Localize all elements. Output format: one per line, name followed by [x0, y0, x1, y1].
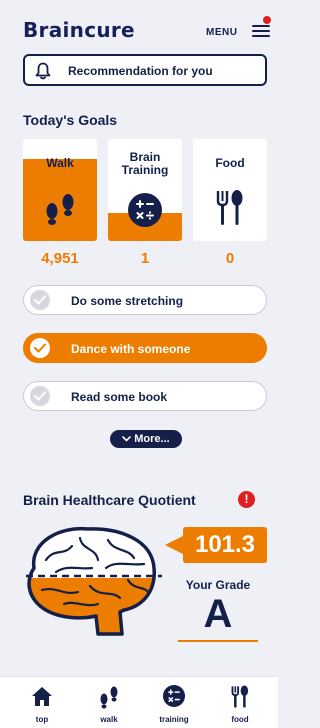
more-button[interactable]: More...	[110, 430, 182, 448]
grade-underline	[178, 640, 258, 642]
task-item[interactable]: Do some stretching	[23, 285, 267, 315]
recommendation-label: Recommendation for you	[68, 64, 213, 78]
calculator-icon	[163, 685, 185, 707]
nav-label: training	[159, 715, 189, 724]
bottom-navigation: top walk training food	[0, 676, 278, 728]
bhq-score: 101.3	[194, 531, 256, 558]
menu-label: MENU	[206, 26, 238, 38]
task-label: Read some book	[71, 390, 168, 404]
footprints-icon	[100, 686, 118, 709]
recommendation-button[interactable]: Recommendation for you	[23, 54, 267, 86]
check-icon[interactable]	[30, 338, 50, 358]
grade-label: Your Grade	[185, 578, 251, 592]
goal-label: Walk	[46, 156, 74, 170]
calculator-icon	[128, 193, 162, 227]
check-icon[interactable]	[30, 290, 50, 310]
nav-label: top	[35, 715, 49, 724]
menu-button[interactable]: MENU	[206, 16, 271, 42]
goal-count-brain-training: 1	[140, 250, 150, 267]
goal-label: Food	[215, 156, 245, 170]
fork-spoon-icon	[216, 190, 243, 225]
goal-count-food: 0	[225, 250, 235, 267]
hamburger-icon	[252, 25, 270, 37]
more-label: More...	[134, 433, 170, 445]
goal-card-food[interactable]: Food	[193, 139, 267, 241]
nav-label: walk	[100, 715, 118, 724]
nav-label: food	[231, 715, 249, 724]
goal-card-walk[interactable]: Walk	[23, 139, 97, 241]
nav-item-food[interactable]: food	[209, 677, 271, 728]
bell-icon	[35, 62, 51, 80]
nav-item-top[interactable]: top	[11, 677, 73, 728]
goals-title: Today's Goals	[23, 112, 118, 128]
footprints-icon	[46, 194, 74, 225]
check-icon[interactable]	[30, 386, 50, 406]
grade-value: A	[203, 592, 233, 636]
nav-item-walk[interactable]: walk	[78, 677, 140, 728]
task-label: Do some stretching	[71, 294, 184, 308]
goal-count-walk: 4,951	[41, 250, 79, 267]
nav-item-training[interactable]: training	[143, 677, 205, 728]
bhq-title: Brain Healthcare Quotient	[23, 492, 196, 508]
goal-label: Brain Training	[121, 150, 169, 177]
alert-icon[interactable]: !	[238, 491, 255, 508]
app-header: Braincure MENU Recommendation for you	[0, 0, 278, 92]
home-icon	[32, 687, 52, 706]
task-label: Dance with someone	[71, 342, 191, 356]
notification-dot	[263, 16, 271, 24]
task-item[interactable]: Read some book	[23, 381, 267, 411]
chevron-down-icon	[122, 436, 132, 442]
task-item[interactable]: Dance with someone	[23, 333, 267, 363]
fork-spoon-icon	[231, 685, 249, 708]
goal-card-brain-training[interactable]: Brain Training	[108, 139, 182, 241]
app-logo: Braincure	[23, 18, 135, 42]
brain-illustration	[26, 526, 162, 636]
